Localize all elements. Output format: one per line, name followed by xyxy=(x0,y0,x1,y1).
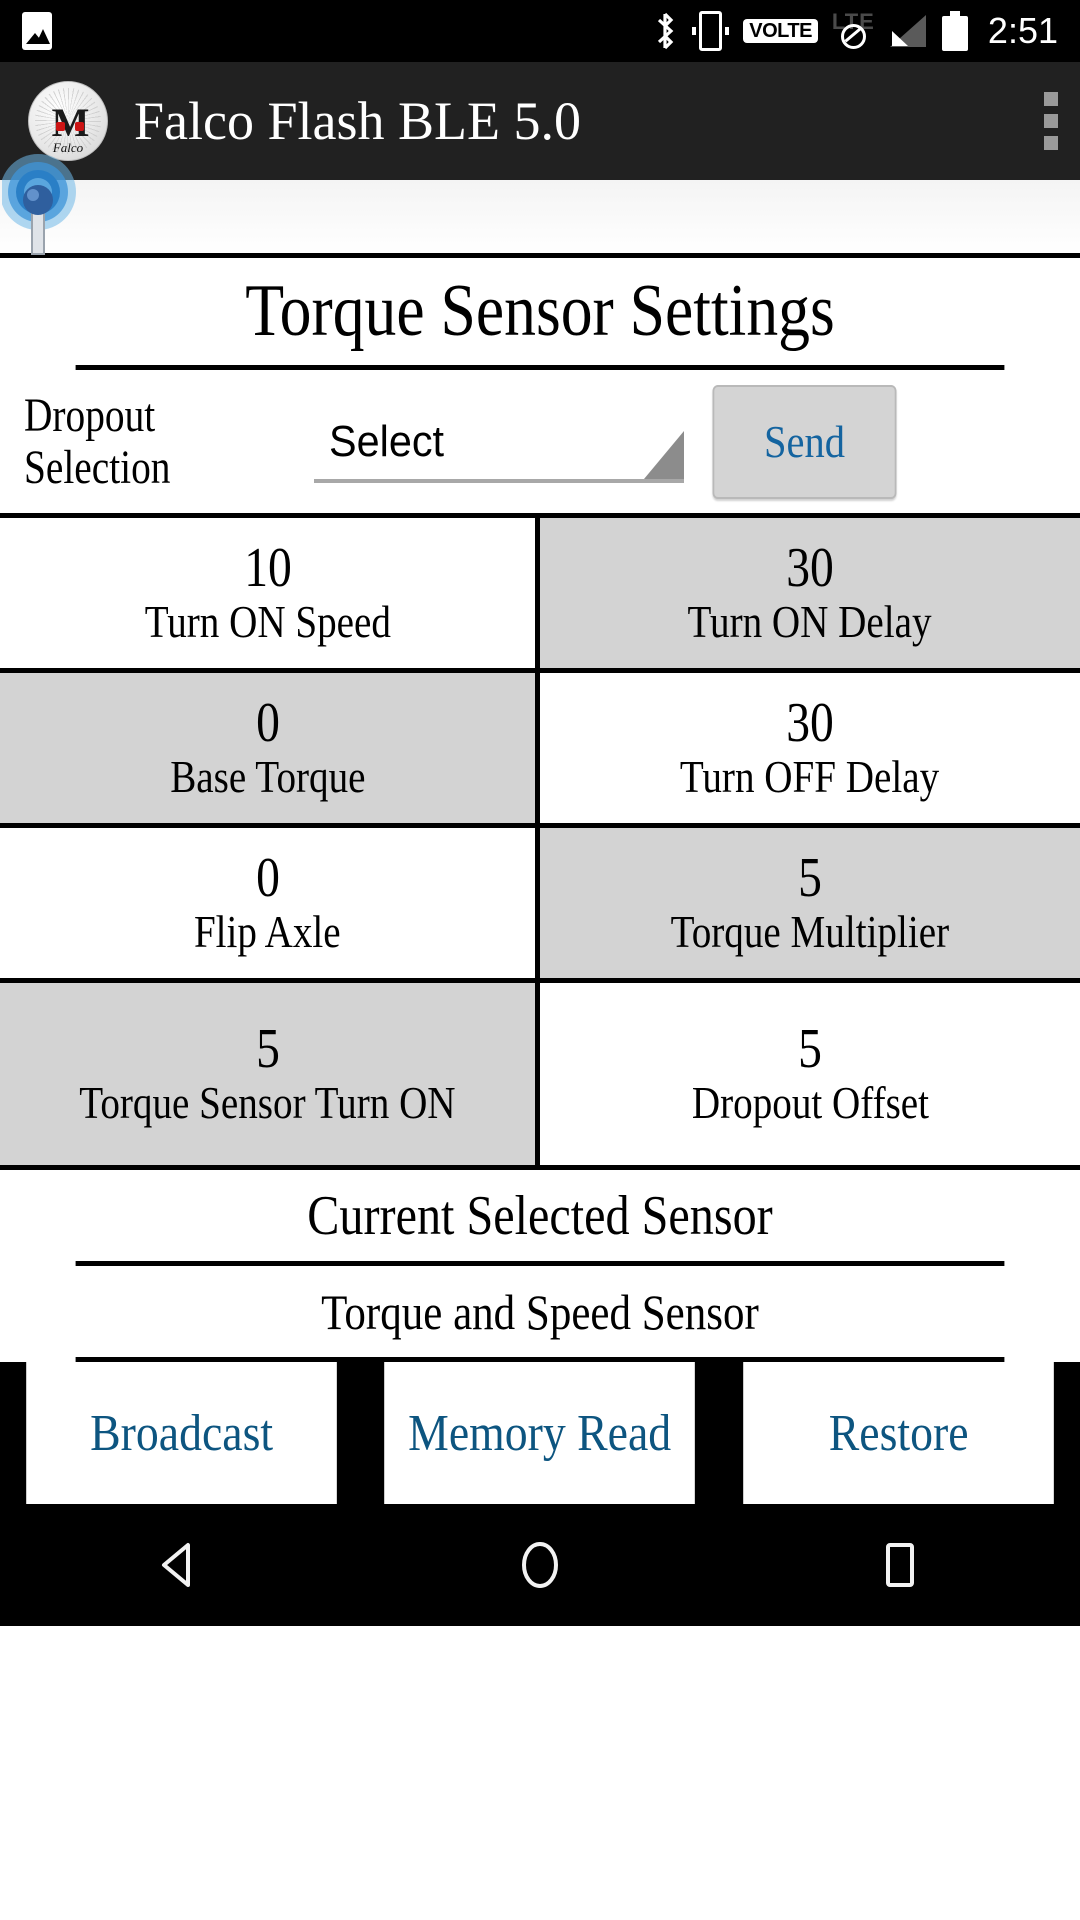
setting-cell-turn-off-delay[interactable]: 30 Turn OFF Delay xyxy=(540,673,1080,823)
setting-value: 5 xyxy=(798,1017,822,1080)
setting-cell-torque-sensor-turn-on[interactable]: 5 Torque Sensor Turn ON xyxy=(0,983,540,1165)
status-left-icons xyxy=(22,12,52,50)
setting-caption: Turn ON Speed xyxy=(144,595,391,647)
table-row: 0 Base Torque 30 Turn OFF Delay xyxy=(0,673,1080,828)
spinner-value: Select xyxy=(329,416,444,466)
setting-cell-turn-on-speed[interactable]: 10 Turn ON Speed xyxy=(0,518,540,668)
table-row: 0 Flip Axle 5 Torque Multiplier xyxy=(0,828,1080,983)
back-icon xyxy=(162,1543,190,1587)
setting-caption: Turn ON Delay xyxy=(687,595,933,647)
recents-icon xyxy=(886,1543,914,1587)
torque-settings-grid: 10 Turn ON Speed 30 Turn ON Delay 0 Base… xyxy=(0,518,1080,1170)
overflow-menu-button[interactable] xyxy=(1044,92,1058,150)
broadcast-button[interactable]: Broadcast xyxy=(26,1362,338,1504)
setting-cell-base-torque[interactable]: 0 Base Torque xyxy=(0,673,540,823)
nav-back-button[interactable] xyxy=(100,1504,260,1626)
setting-caption: Torque Multiplier xyxy=(670,905,950,957)
nav-recents-button[interactable] xyxy=(820,1504,980,1626)
setting-value: 30 xyxy=(786,536,834,599)
action-button-row: Broadcast Memory Read Restore xyxy=(0,1362,1080,1504)
setting-cell-torque-multiplier[interactable]: 5 Torque Multiplier xyxy=(540,828,1080,978)
setting-value: 30 xyxy=(786,691,834,754)
home-icon xyxy=(522,1542,558,1588)
battery-icon xyxy=(941,11,968,51)
setting-value: 5 xyxy=(798,846,822,909)
overflow-dot xyxy=(1044,114,1058,128)
setting-cell-dropout-offset[interactable]: 5 Dropout Offset xyxy=(540,983,1080,1165)
setting-caption: Turn OFF Delay xyxy=(680,750,940,802)
photo-icon xyxy=(22,12,52,50)
vibrate-icon xyxy=(692,11,730,51)
table-row: 10 Turn ON Speed 30 Turn ON Delay xyxy=(0,518,1080,673)
setting-caption: Base Torque xyxy=(169,750,366,802)
broadcast-status-strip xyxy=(0,154,1080,258)
dropout-selection-row: Dropout Selection Select Send xyxy=(0,370,1080,518)
app-title: Falco Flash BLE 5.0 xyxy=(134,91,581,151)
broadcast-signal-icon xyxy=(2,154,76,255)
chevron-down-icon xyxy=(644,430,684,479)
setting-value: 0 xyxy=(255,846,280,909)
nav-home-button[interactable] xyxy=(460,1504,620,1626)
overflow-dot xyxy=(1044,92,1058,106)
signal-icon xyxy=(888,13,928,49)
overflow-dot xyxy=(1044,136,1058,150)
restore-button[interactable]: Restore xyxy=(742,1362,1054,1504)
setting-caption: Torque Sensor Turn ON xyxy=(79,1076,456,1128)
current-sensor-value: Torque and Speed Sensor xyxy=(75,1266,1005,1362)
spinner-underline xyxy=(314,478,684,483)
setting-caption: Dropout Offset xyxy=(691,1076,929,1128)
setting-value: 0 xyxy=(255,691,280,754)
current-sensor-heading: Current Selected Sensor xyxy=(75,1170,1005,1266)
setting-value: 5 xyxy=(255,1017,280,1080)
bluetooth-icon xyxy=(652,11,678,51)
setting-cell-turn-on-delay[interactable]: 30 Turn ON Delay xyxy=(540,518,1080,668)
page-title: Torque Sensor Settings xyxy=(75,258,1005,370)
status-right-icons: VOLTE LTE 2:51 xyxy=(652,10,1058,52)
status-clock: 2:51 xyxy=(987,10,1058,51)
android-status-bar: VOLTE LTE 2:51 xyxy=(0,0,1080,62)
falco-logo-icon: M Falco xyxy=(28,81,108,161)
send-button[interactable]: Send xyxy=(712,384,897,499)
dropout-selection-spinner[interactable]: Select xyxy=(314,397,684,487)
volte-icon: VOLTE xyxy=(743,19,818,43)
setting-value: 10 xyxy=(243,536,292,599)
table-row: 5 Torque Sensor Turn ON 5 Dropout Offset xyxy=(0,983,1080,1165)
setting-caption: Flip Axle xyxy=(194,905,341,957)
memory-read-button[interactable]: Memory Read xyxy=(384,1362,696,1504)
setting-cell-flip-axle[interactable]: 0 Flip Axle xyxy=(0,828,540,978)
lte-no-data-icon: LTE xyxy=(832,11,874,51)
dropout-selection-label: Dropout Selection xyxy=(24,388,171,494)
app-bar: M Falco Falco Flash BLE 5.0 xyxy=(0,62,1080,180)
android-nav-bar xyxy=(0,1504,1080,1626)
